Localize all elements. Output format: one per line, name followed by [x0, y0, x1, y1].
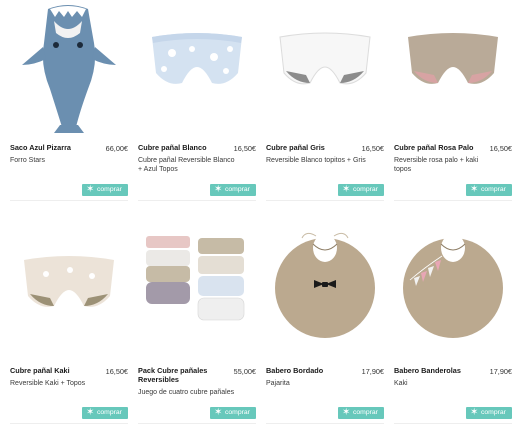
divider: [10, 423, 128, 424]
product-image[interactable]: [138, 3, 256, 133]
product-image[interactable]: [138, 226, 256, 356]
divider: [266, 200, 384, 201]
product-card[interactable]: Pack Cubre pañales Reversibles 55,00€ Ju…: [138, 226, 256, 426]
buy-button[interactable]: ✶ comprar: [466, 407, 512, 419]
cart-icon: ✶: [470, 184, 479, 195]
product-price: 17,90€: [489, 367, 512, 376]
product-price: 55,00€: [233, 367, 256, 376]
divider: [266, 423, 384, 424]
buy-button[interactable]: ✶ comprar: [210, 184, 256, 196]
cart-icon: ✶: [214, 184, 223, 195]
buy-button[interactable]: ✶ comprar: [82, 184, 128, 196]
cart-icon: ✶: [342, 184, 351, 195]
product-description: Kaki: [394, 380, 408, 387]
product-image[interactable]: [394, 3, 512, 133]
product-name[interactable]: Babero Bordado: [266, 366, 346, 376]
product-price: 16,50€: [361, 144, 384, 153]
cart-icon: ✶: [214, 407, 223, 418]
cart-icon: ✶: [342, 407, 351, 418]
product-card[interactable]: Babero Banderolas 17,90€ Kaki ✶ comprar: [394, 226, 512, 426]
divider: [138, 200, 256, 201]
divider: [394, 423, 512, 424]
cart-icon: ✶: [470, 407, 479, 418]
product-image[interactable]: [10, 3, 128, 133]
buy-button[interactable]: ✶ comprar: [82, 407, 128, 419]
product-card[interactable]: Cubre pañal Rosa Palo 16,50€ Reversible …: [394, 3, 512, 203]
product-price: 16,50€: [233, 144, 256, 153]
cart-icon: ✶: [86, 184, 95, 195]
buy-button[interactable]: ✶ comprar: [338, 407, 384, 419]
buy-button-label: comprar: [97, 186, 122, 193]
product-description: Reversible rosa palo + kaki topos: [394, 157, 479, 173]
product-grid: Saco Azul Pizarra 66,00€ Forro Stars ✶ c…: [0, 0, 520, 434]
divider: [394, 200, 512, 201]
buy-button-label: comprar: [225, 186, 250, 193]
buy-button[interactable]: ✶ comprar: [210, 407, 256, 419]
product-description: Pajarita: [266, 380, 290, 387]
product-card[interactable]: Babero Bordado 17,90€ Pajarita ✶ comprar: [266, 226, 384, 426]
product-name[interactable]: Cubre pañal Rosa Palo: [394, 143, 474, 153]
product-description: Reversible Kaki + Topos: [10, 380, 86, 387]
buy-button-label: comprar: [97, 409, 122, 416]
buy-button[interactable]: ✶ comprar: [338, 184, 384, 196]
product-description: Reversible Blanco topitos + Gris: [266, 157, 366, 164]
product-image[interactable]: [394, 226, 512, 356]
buy-button-label: comprar: [481, 186, 506, 193]
product-name[interactable]: Cubre pañal Kaki: [10, 366, 90, 376]
product-name[interactable]: Cubre pañal Gris: [266, 143, 346, 153]
product-name[interactable]: Pack Cubre pañales Reversibles: [138, 366, 218, 384]
product-card[interactable]: Cubre pañal Kaki 16,50€ Reversible Kaki …: [10, 226, 128, 426]
product-name[interactable]: Saco Azul Pizarra: [10, 143, 90, 153]
buy-button-label: comprar: [481, 409, 506, 416]
product-price: 66,00€: [105, 144, 128, 153]
product-price: 17,90€: [361, 367, 384, 376]
buy-button-label: comprar: [353, 186, 378, 193]
divider: [10, 200, 128, 201]
product-name[interactable]: Babero Banderolas: [394, 366, 474, 376]
product-image[interactable]: [10, 226, 128, 356]
product-name[interactable]: Cubre pañal Blanco: [138, 143, 218, 153]
cart-icon: ✶: [86, 407, 95, 418]
product-card[interactable]: Cubre pañal Blanco 16,50€ Cubre pañal Re…: [138, 3, 256, 203]
product-description: Juego de cuatro cubre pañales: [138, 389, 235, 396]
product-image[interactable]: [266, 3, 384, 133]
product-image[interactable]: [266, 226, 384, 356]
product-description: Cubre pañal Reversible Blanco + Azul Top…: [138, 157, 235, 173]
buy-button-label: comprar: [353, 409, 378, 416]
product-price: 16,50€: [489, 144, 512, 153]
product-price: 16,50€: [105, 367, 128, 376]
buy-button-label: comprar: [225, 409, 250, 416]
buy-button[interactable]: ✶ comprar: [466, 184, 512, 196]
product-card[interactable]: Saco Azul Pizarra 66,00€ Forro Stars ✶ c…: [10, 3, 128, 203]
product-description: Forro Stars: [10, 157, 46, 164]
product-card[interactable]: Cubre pañal Gris 16,50€ Reversible Blanc…: [266, 3, 384, 203]
divider: [138, 423, 256, 424]
